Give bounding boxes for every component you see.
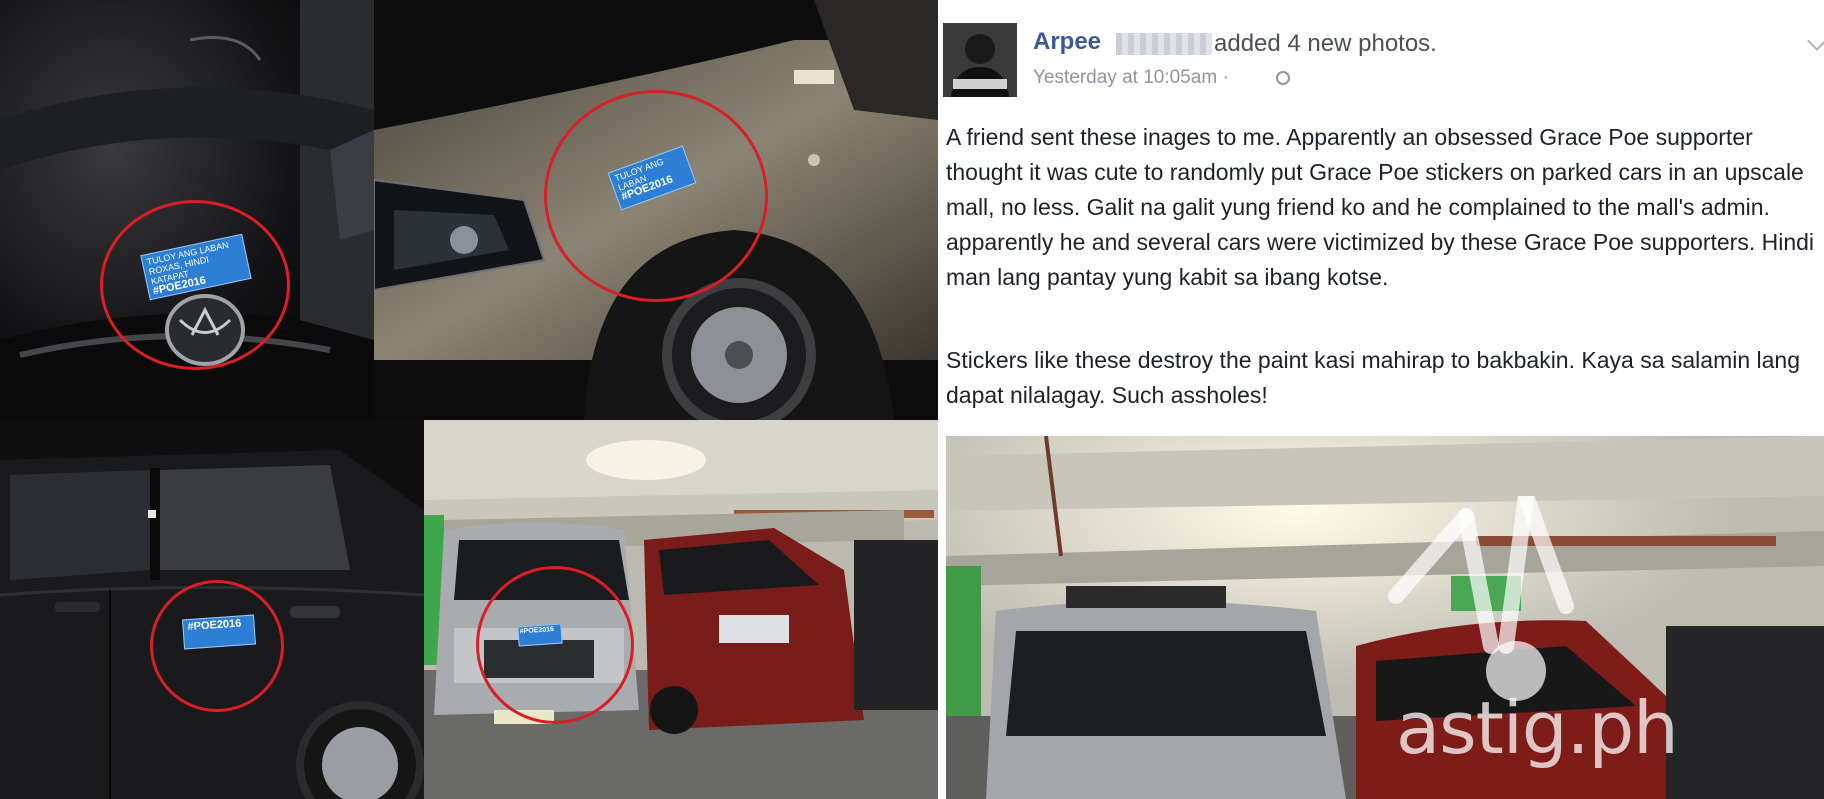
highlight-circle <box>150 580 284 712</box>
highlight-circle <box>100 200 290 370</box>
redacted-name <box>1116 33 1212 55</box>
photo-bronze-suv-fender[interactable]: TULOY ANG LABAN #POE2016 <box>374 0 938 420</box>
post-text-paragraph-1: A friend sent these inages to me. Appare… <box>946 124 1815 290</box>
post-timestamp[interactable]: Yesterday at 10:05am <box>1033 67 1217 88</box>
post-action: added 4 new photos. <box>1214 30 1437 57</box>
avatar[interactable] <box>943 23 1017 97</box>
avatar-image <box>943 23 1017 97</box>
chevron-down-icon[interactable] <box>1807 31 1824 51</box>
globe-icon <box>1276 71 1290 85</box>
separator: · <box>1222 67 1229 88</box>
watermark: astig.ph <box>1356 496 1816 796</box>
post-meta: Yesterday at 10:05am · <box>1033 67 1229 89</box>
highlight-circle <box>476 566 634 724</box>
photo-black-car-hood[interactable]: TULOY ANG LABAN ROXAS, HINDI KATAPAT #PO… <box>0 0 374 420</box>
photo-parking-garage-large[interactable]: astig.ph <box>946 436 1824 799</box>
highlight-circle <box>544 90 768 302</box>
post-text-paragraph-2: Stickers like these destroy the paint ka… <box>946 347 1800 408</box>
author-name[interactable]: Arpee <box>1033 28 1101 56</box>
facebook-post: Arpee added 4 new photos. Yesterday at 1… <box>938 0 1824 432</box>
photo-black-car-door[interactable]: #POE2016 <box>0 420 424 799</box>
photo-parking-garage-small[interactable]: #POE2016 <box>424 420 938 799</box>
watermark-text: astig.ph <box>1396 686 1679 770</box>
